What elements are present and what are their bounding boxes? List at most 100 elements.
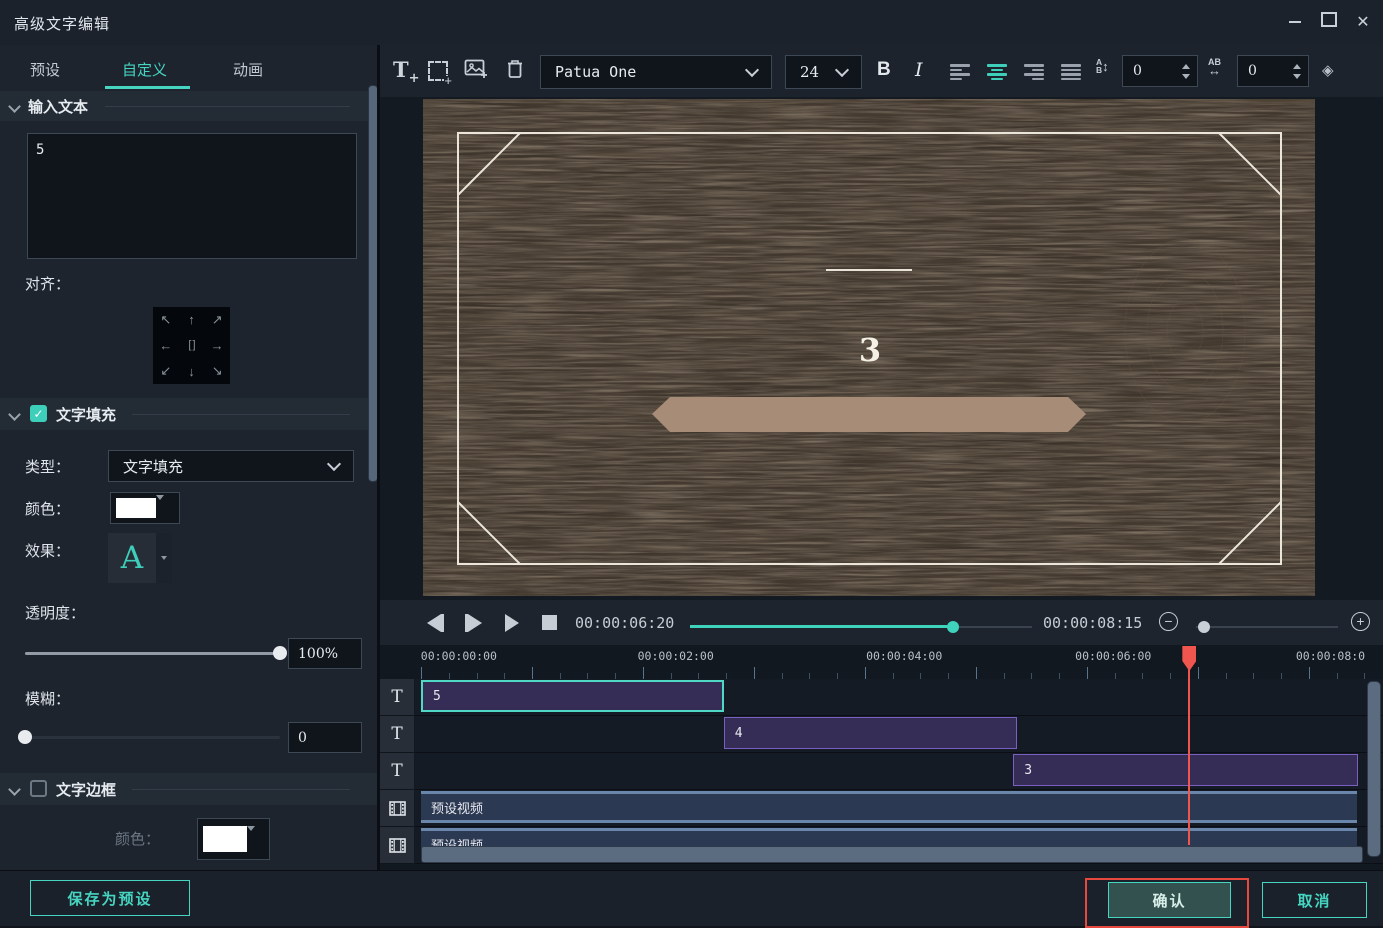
zoom-handle[interactable] bbox=[1198, 621, 1210, 633]
align-left-icon[interactable]: ← bbox=[153, 333, 179, 359]
clip-label: 3 bbox=[1014, 763, 1032, 778]
next-frame-button[interactable] bbox=[465, 614, 482, 636]
timeline-horizontal-scrollbar[interactable] bbox=[421, 846, 1363, 863]
playback-progress-slider[interactable] bbox=[690, 621, 1032, 633]
timeline-track[interactable]: 3 bbox=[415, 753, 1383, 790]
timeline-vertical-scrollbar[interactable] bbox=[1367, 681, 1381, 857]
close-button[interactable]: ✕ bbox=[1352, 12, 1374, 34]
zoom-out-button[interactable]: − bbox=[1159, 612, 1178, 631]
previous-frame-button[interactable] bbox=[427, 614, 444, 636]
timeline-ruler[interactable]: 00:00:00:0000:00:02:0000:00:04:0000:00:0… bbox=[415, 645, 1383, 680]
slider-handle[interactable] bbox=[18, 730, 32, 744]
timeline-clip[interactable]: 4 bbox=[724, 717, 1017, 749]
cancel-button[interactable]: 取消 bbox=[1262, 882, 1367, 918]
blur-slider[interactable] bbox=[25, 730, 280, 744]
tab-animation[interactable]: 动画 bbox=[233, 59, 263, 80]
divider bbox=[132, 414, 350, 415]
ruler-label: 00:00:06:00 bbox=[1075, 649, 1151, 663]
timeline-clip[interactable]: 5 bbox=[421, 680, 724, 712]
add-textbox-icon[interactable]: + bbox=[428, 61, 448, 81]
opacity-slider[interactable] bbox=[25, 646, 280, 660]
line-spacing-input[interactable]: 0 bbox=[1122, 55, 1198, 87]
font-family-select[interactable]: Patua One bbox=[540, 55, 772, 89]
ruler-tick bbox=[865, 667, 866, 679]
opacity-value[interactable]: 100% bbox=[288, 638, 362, 669]
ruler-tick bbox=[1198, 667, 1199, 679]
align-justify-icon[interactable] bbox=[1061, 64, 1081, 80]
playback-bar: 00:00:06:20 00:00:08:15 − + bbox=[380, 600, 1383, 646]
font-size-select[interactable]: 24 bbox=[785, 55, 862, 89]
font-family-value: Patua One bbox=[541, 63, 747, 81]
letter-spacing-input[interactable]: 0 bbox=[1237, 55, 1309, 87]
align-left-icon[interactable] bbox=[950, 64, 970, 80]
align-right-icon[interactable]: → bbox=[204, 333, 230, 359]
confirm-button[interactable]: 确认 bbox=[1108, 882, 1231, 918]
track-header[interactable]: T bbox=[380, 679, 414, 716]
align-center-icon[interactable] bbox=[987, 64, 1007, 80]
fill-effect-picker[interactable]: A bbox=[108, 533, 172, 583]
line-spacing-value: 0 bbox=[1123, 63, 1182, 79]
minimize-button[interactable] bbox=[1284, 12, 1306, 34]
fill-type-select[interactable]: 文字填充 bbox=[108, 450, 354, 482]
play-button[interactable] bbox=[505, 614, 519, 636]
bold-button[interactable]: B bbox=[877, 59, 891, 81]
delete-icon[interactable] bbox=[506, 59, 524, 79]
align-bottom-left-icon[interactable]: ↙ bbox=[153, 358, 179, 384]
tab-custom[interactable]: 自定义 bbox=[122, 59, 167, 80]
text-fill-section-header[interactable]: ✓ 文字填充 bbox=[0, 398, 377, 430]
stop-button[interactable] bbox=[542, 614, 557, 634]
align-top-icon[interactable]: ↑ bbox=[179, 307, 205, 333]
timeline-clip[interactable]: 预设视频 bbox=[421, 791, 1357, 823]
chevron-down-icon bbox=[8, 408, 21, 421]
align-top-right-icon[interactable]: ↗ bbox=[204, 307, 230, 333]
track-header[interactable] bbox=[380, 827, 414, 864]
align-right-icon[interactable] bbox=[1024, 64, 1044, 80]
text-border-checkbox[interactable] bbox=[30, 780, 47, 797]
clip-label: 5 bbox=[423, 689, 441, 704]
track-header[interactable]: T bbox=[380, 716, 414, 753]
blur-value[interactable]: 0 bbox=[288, 722, 362, 753]
banner-shape bbox=[652, 397, 1086, 432]
fill-color-label: 颜色： bbox=[25, 498, 70, 519]
spinner-arrows[interactable] bbox=[1293, 64, 1308, 79]
timeline-zoom-slider[interactable] bbox=[1196, 621, 1338, 633]
spinner-arrows[interactable] bbox=[1182, 64, 1197, 79]
opacity-label: 透明度： bbox=[25, 602, 85, 623]
italic-button[interactable]: I bbox=[915, 59, 923, 81]
text-fill-checkbox[interactable]: ✓ bbox=[30, 405, 47, 422]
progress-handle[interactable] bbox=[947, 621, 959, 633]
letter-spacing-icon: AB ↔ bbox=[1208, 58, 1221, 76]
add-image-icon[interactable] bbox=[464, 58, 488, 80]
align-bottom-right-icon[interactable]: ↘ bbox=[204, 358, 230, 384]
timeline-rows: 543预设视频预设视频 bbox=[415, 679, 1383, 864]
video-canvas[interactable]: 3 bbox=[423, 99, 1315, 596]
fill-color-picker[interactable] bbox=[110, 492, 180, 524]
input-text-section-header[interactable]: 输入文本 bbox=[0, 91, 377, 121]
active-tab-underline bbox=[105, 86, 190, 89]
track-header[interactable]: T bbox=[380, 753, 414, 790]
align-top-left-icon[interactable]: ↖ bbox=[153, 307, 179, 333]
timeline-track[interactable]: 5 bbox=[415, 679, 1383, 716]
border-color-picker[interactable] bbox=[197, 818, 270, 860]
ruler-label: 00:00:02:00 bbox=[638, 649, 714, 663]
timeline-track[interactable]: 4 bbox=[415, 716, 1383, 753]
align-center-icon[interactable]: [ ] bbox=[179, 333, 205, 359]
chevron-down-icon bbox=[745, 63, 759, 77]
zoom-in-button[interactable]: + bbox=[1351, 612, 1370, 631]
fill-effect-label: 效果： bbox=[25, 540, 70, 561]
keyframe-diamond-icon[interactable]: ◈ bbox=[1322, 61, 1334, 79]
divider bbox=[105, 106, 350, 107]
save-preset-button[interactable]: 保存为预设 bbox=[30, 880, 190, 916]
align-bottom-icon[interactable]: ↓ bbox=[179, 358, 205, 384]
preview-overlay-number[interactable]: 3 bbox=[853, 331, 887, 369]
track-header[interactable] bbox=[380, 790, 414, 827]
tab-preset[interactable]: 预设 bbox=[30, 59, 60, 80]
add-text-icon[interactable]: T+ bbox=[393, 57, 420, 86]
ruler-label: 00:00:04:00 bbox=[866, 649, 942, 663]
maximize-button[interactable] bbox=[1318, 7, 1340, 29]
timeline-clip[interactable]: 3 bbox=[1013, 754, 1358, 786]
slider-handle[interactable] bbox=[273, 646, 287, 660]
timeline-track[interactable]: 预设视频 bbox=[415, 790, 1383, 827]
text-border-section-header[interactable]: 文字边框 bbox=[0, 773, 377, 805]
text-input[interactable]: 5 bbox=[27, 133, 357, 259]
